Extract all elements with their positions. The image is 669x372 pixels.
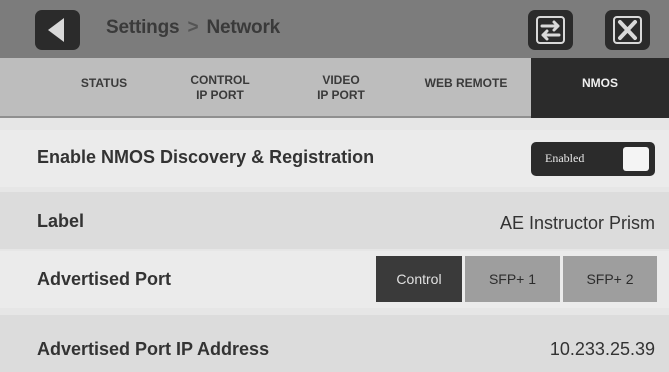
page-title: Settings > Network bbox=[106, 17, 280, 39]
advertised-ip-row: Advertised Port IP Address 10.233.25.39 bbox=[0, 315, 669, 372]
label-value[interactable]: AE Instructor Prism bbox=[500, 213, 655, 234]
port-option-control-label: Control bbox=[396, 271, 442, 287]
label-field-label: Label bbox=[37, 211, 85, 231]
breadcrumb-parent: Settings bbox=[106, 17, 180, 38]
advertised-ip-value: 10.233.25.39 bbox=[549, 339, 655, 359]
port-option-sfp-2[interactable]: SFP+ 2 bbox=[563, 256, 657, 302]
advertised-ip-label: Advertised Port IP Address bbox=[37, 339, 270, 359]
back-button[interactable] bbox=[35, 10, 80, 50]
toggle-state-text: Enabled bbox=[545, 151, 585, 165]
label-row: Label AE Instructor Prism bbox=[0, 192, 669, 249]
close-button[interactable] bbox=[605, 10, 650, 50]
tab-nmos[interactable]: NMOS bbox=[531, 58, 669, 118]
port-option-sfp-2-label: SFP+ 2 bbox=[586, 271, 634, 287]
tab-control-ip-port[interactable]: CONTROL IP PORT bbox=[170, 58, 270, 118]
port-option-sfp-1-label: SFP+ 1 bbox=[488, 271, 537, 287]
tab-nmos-label: NMOS bbox=[582, 76, 618, 90]
tab-video-ip-port[interactable]: VIDEO IP PORT bbox=[291, 58, 391, 118]
tab-bar: STATUS CONTROL IP PORT VIDEO IP PORT WEB… bbox=[0, 58, 669, 118]
tab-web-remote[interactable]: WEB REMOTE bbox=[408, 58, 524, 118]
tab-status-label: STATUS bbox=[80, 76, 128, 90]
swap-button[interactable] bbox=[528, 10, 573, 50]
back-arrow-icon bbox=[47, 18, 64, 42]
nmos-discovery-label: Enable NMOS Discovery & Registration bbox=[37, 147, 375, 167]
tab-control-ip-port-line2: IP PORT bbox=[196, 88, 244, 102]
breadcrumb-current: Network bbox=[206, 17, 281, 38]
tab-status[interactable]: STATUS bbox=[54, 58, 154, 118]
tab-video-ip-port-line2: IP PORT bbox=[317, 88, 365, 102]
port-option-control[interactable]: Control bbox=[376, 256, 462, 302]
tab-control-ip-port-line1: CONTROL bbox=[190, 73, 250, 87]
tab-web-remote-label: WEB REMOTE bbox=[424, 76, 508, 90]
port-option-sfp-1[interactable]: SFP+ 1 bbox=[465, 256, 560, 302]
nmos-discovery-toggle[interactable]: Enabled bbox=[531, 142, 655, 176]
close-x-icon bbox=[613, 16, 642, 44]
advertised-port-label: Advertised Port bbox=[37, 269, 172, 289]
toggle-knob bbox=[623, 147, 649, 171]
tab-video-ip-port-line1: VIDEO bbox=[322, 73, 360, 87]
title-bar: Settings > Network bbox=[0, 0, 669, 58]
swap-arrows-icon bbox=[536, 16, 565, 44]
breadcrumb-separator: > bbox=[187, 17, 199, 38]
